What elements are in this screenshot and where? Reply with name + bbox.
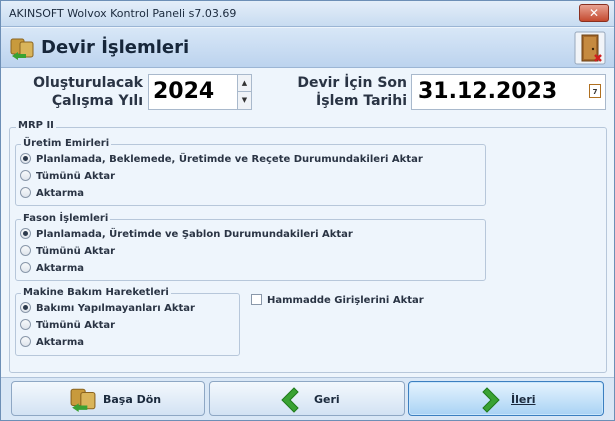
makine-option-all[interactable]: Tümünü Aktar: [20, 319, 115, 335]
radio-icon[interactable]: [20, 187, 31, 198]
calendar-icon[interactable]: 7: [589, 84, 601, 98]
uretim-option-all[interactable]: Tümünü Aktar: [20, 170, 115, 186]
date-value[interactable]: 31.12.2023: [418, 79, 557, 104]
fason-option-active[interactable]: Planlamada, Üretimde ve Şablon Durumunda…: [20, 228, 353, 244]
makine-bakim-group: Makine Bakım Hareketleri Bakımı Yapılmay…: [15, 287, 240, 356]
fason-option-all[interactable]: Tümünü Aktar: [20, 245, 115, 261]
radio-checked-icon[interactable]: [20, 228, 31, 239]
title-bar[interactable]: AKINSOFT Wolvox Kontrol Paneli s7.03.69 …: [1, 1, 614, 27]
uretim-option-active[interactable]: Planlamada, Beklemede, Üretimde ve Reçet…: [20, 153, 423, 169]
basa-don-button[interactable]: Başa Dön: [11, 381, 205, 416]
uretim-emirleri-title: Üretim Emirleri: [21, 138, 112, 149]
radio-icon[interactable]: [20, 170, 31, 181]
ileri-button[interactable]: İleri: [408, 381, 604, 416]
ileri-label: İleri: [511, 393, 536, 406]
makine-option-none[interactable]: Aktarma: [20, 336, 84, 352]
hammadde-checkbox[interactable]: [251, 294, 262, 305]
geri-button[interactable]: Geri: [209, 381, 405, 416]
makine-option-unmaintained[interactable]: Bakımı Yapılmayanları Aktar: [20, 302, 195, 318]
uretim-emirleri-group: Üretim Emirleri Planlamada, Beklemede, Ü…: [15, 138, 486, 206]
page-header: Devir İşlemleri: [1, 28, 614, 68]
page-title: Devir İşlemleri: [41, 37, 190, 58]
mrp-title: MRP II: [16, 120, 56, 131]
arrow-left-icon: [281, 387, 299, 413]
transfer-icon: [10, 38, 34, 60]
hammadde-checkbox-row[interactable]: Hammadde Girişlerini Aktar: [251, 294, 424, 306]
radio-checked-icon[interactable]: [20, 302, 31, 313]
year-spinner[interactable]: ▲ ▼: [237, 74, 252, 110]
footer-bar: Başa Dön Geri İleri: [1, 377, 614, 420]
transfer-icon: [70, 388, 96, 412]
close-icon: ✕: [588, 6, 600, 20]
geri-label: Geri: [314, 393, 340, 406]
radio-icon[interactable]: [20, 245, 31, 256]
year-input[interactable]: 2024: [148, 74, 238, 110]
year-date-row: Oluşturulacak Çalışma Yılı 2024 ▲ ▼ Devi…: [1, 69, 614, 115]
arrow-right-icon: [482, 387, 500, 413]
fason-islemleri-group: Fason İşlemleri Planlamada, Üretimde ve …: [15, 213, 486, 281]
radio-icon[interactable]: [20, 319, 31, 330]
hammadde-label: Hammadde Girişlerini Aktar: [267, 295, 424, 306]
fason-islemleri-title: Fason İşlemleri: [21, 213, 111, 224]
radio-icon[interactable]: [20, 262, 31, 273]
year-label: Oluşturulacak Çalışma Yılı: [33, 75, 143, 109]
exit-door-icon[interactable]: [574, 31, 606, 65]
spin-down-icon[interactable]: ▼: [238, 92, 251, 109]
date-label: Devir İçin Son İşlem Tarihi: [297, 75, 407, 109]
devir-window: AKINSOFT Wolvox Kontrol Paneli s7.03.69 …: [0, 0, 615, 421]
basa-don-label: Başa Dön: [103, 393, 162, 406]
date-input[interactable]: 31.12.2023 7: [411, 74, 606, 110]
uretim-option-none[interactable]: Aktarma: [20, 187, 84, 203]
fason-option-none[interactable]: Aktarma: [20, 262, 84, 278]
radio-checked-icon[interactable]: [20, 153, 31, 164]
makine-bakim-title: Makine Bakım Hareketleri: [21, 287, 171, 298]
close-button[interactable]: ✕: [579, 4, 609, 22]
window-title: AKINSOFT Wolvox Kontrol Paneli s7.03.69: [9, 7, 237, 20]
radio-icon[interactable]: [20, 336, 31, 347]
spin-up-icon[interactable]: ▲: [238, 75, 251, 92]
